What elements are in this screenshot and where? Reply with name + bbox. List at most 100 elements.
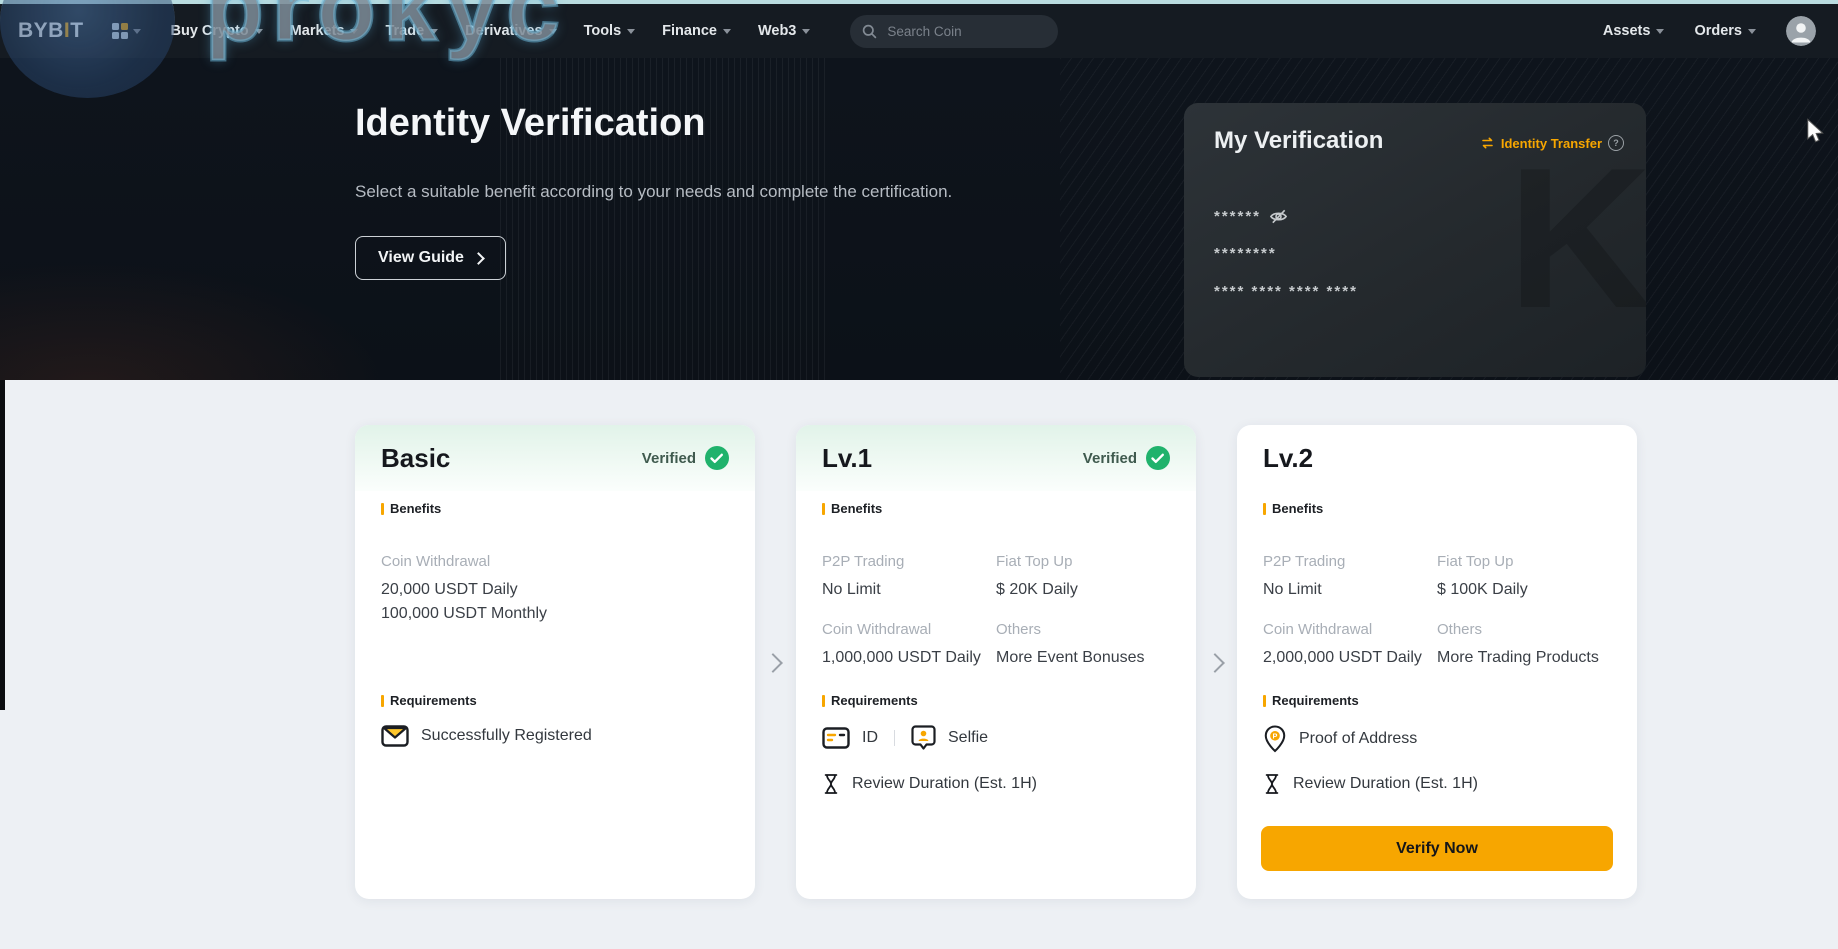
check-circle-icon [1146, 446, 1170, 470]
view-guide-button[interactable]: View Guide [355, 236, 506, 280]
page-subtitle: Select a suitable benefit according to y… [355, 182, 952, 202]
profile-avatar[interactable] [1786, 16, 1816, 46]
identity-transfer-link[interactable]: Identity Transfer ? [1480, 135, 1624, 151]
requirement-label: Successfully Registered [421, 727, 592, 745]
requirement-divider [894, 730, 895, 746]
chevron-down-icon [723, 29, 731, 34]
benefit-label: Others [996, 621, 1174, 638]
top-navbar: BYBIT Buy Crypto Markets Trade Derivativ… [0, 4, 1838, 58]
benefit-item: Fiat Top Up $ 100K Daily [1437, 553, 1615, 602]
requirement-label: Selfie [948, 729, 988, 747]
review-duration-label: Review Duration (Est. 1H) [852, 775, 1037, 793]
benefit-value: 2,000,000 USDT Daily [1263, 646, 1437, 670]
benefit-value: 20,000 USDT Daily [381, 578, 733, 602]
card-lv1-title: Lv.1 [822, 443, 872, 474]
benefit-label: P2P Trading [1263, 553, 1437, 570]
benefit-value: $ 100K Daily [1437, 578, 1615, 602]
benefit-item: Others More Event Bonuses [996, 621, 1174, 670]
apps-menu[interactable] [112, 23, 141, 39]
chevron-down-icon [549, 29, 557, 34]
benefits-list: Coin Withdrawal 20,000 USDT Daily 100,00… [381, 553, 733, 626]
page-title: Identity Verification [355, 102, 706, 145]
hero-section: Identity Verification Select a suitable … [0, 58, 1838, 380]
requirement-item: Successfully Registered [381, 725, 592, 747]
card-lv2: Lv.2 Benefits P2P Trading No Limit Fiat … [1237, 425, 1637, 899]
benefit-item: Coin Withdrawal 20,000 USDT Daily 100,00… [381, 553, 733, 626]
benefit-value: No Limit [1263, 578, 1437, 602]
benefits-label: Benefits [1263, 501, 1323, 516]
benefit-item: Others More Trading Products [1437, 621, 1615, 670]
verified-badge: Verified [642, 446, 729, 470]
search-box[interactable] [850, 15, 1058, 48]
benefit-value: 100,000 USDT Monthly [381, 602, 733, 626]
search-input[interactable] [885, 23, 1029, 40]
grid-icon [112, 23, 128, 39]
benefits-label: Benefits [381, 501, 441, 516]
verify-now-button[interactable]: Verify Now [1261, 826, 1613, 871]
requirements-row: P Proof of Address [1263, 725, 1417, 753]
main-nav: Buy Crypto Markets Trade Derivatives Too… [171, 23, 811, 39]
review-duration-label: Review Duration (Est. 1H) [1293, 775, 1478, 793]
nav-assets[interactable]: Assets [1603, 23, 1665, 39]
benefit-value: No Limit [822, 578, 996, 602]
chevron-down-icon [1656, 29, 1664, 34]
my-verification-title: My Verification [1214, 127, 1383, 155]
benefit-label: Fiat Top Up [996, 553, 1174, 570]
requirement-label: ID [862, 729, 878, 747]
requirements-label: Requirements [381, 693, 477, 708]
search-icon [862, 24, 877, 39]
kyc-background-glyph: K [1508, 139, 1646, 339]
nav-orders[interactable]: Orders [1694, 23, 1756, 39]
benefit-item: P2P Trading No Limit [822, 553, 996, 602]
eye-off-icon[interactable] [1269, 207, 1288, 226]
chevron-down-icon [255, 29, 263, 34]
review-duration-row: Review Duration (Est. 1H) [822, 773, 1037, 795]
my-verification-card: K My Verification Identity Transfer ? **… [1184, 103, 1646, 377]
user-icon [1786, 16, 1816, 46]
masked-name-row: ****** [1214, 207, 1288, 226]
requirements-label: Requirements [1263, 693, 1359, 708]
requirement-item: Selfie [911, 725, 988, 751]
card-lv2-title: Lv.2 [1263, 443, 1313, 474]
hourglass-icon [822, 773, 840, 795]
chevron-down-icon [1748, 29, 1756, 34]
card-lv1: Lv.1 Verified Benefits P2P Trading No Li… [796, 425, 1196, 899]
nav-trade[interactable]: Trade [385, 23, 438, 39]
help-icon[interactable]: ? [1608, 135, 1624, 151]
nav-web3[interactable]: Web3 [758, 23, 810, 39]
chevron-right-icon [472, 252, 485, 265]
id-card-icon [822, 727, 850, 749]
benefit-value: 1,000,000 USDT Daily [822, 646, 996, 670]
benefit-label: P2P Trading [822, 553, 996, 570]
requirements-row: Successfully Registered [381, 725, 592, 747]
benefit-item: P2P Trading No Limit [1263, 553, 1437, 602]
selfie-icon [911, 725, 936, 751]
benefit-value: $ 20K Daily [996, 578, 1174, 602]
benefits-label: Benefits [822, 501, 882, 516]
benefit-item: Coin Withdrawal 2,000,000 USDT Daily [1263, 621, 1437, 670]
benefit-label: Coin Withdrawal [1263, 621, 1437, 638]
hourglass-icon [1263, 773, 1281, 795]
nav-buy-crypto[interactable]: Buy Crypto [171, 23, 263, 39]
review-duration-row: Review Duration (Est. 1H) [1263, 773, 1478, 795]
bybit-identity-verification-page: Identity Verification Select a suitable … [0, 0, 1838, 949]
chevron-down-icon [430, 29, 438, 34]
nav-tools[interactable]: Tools [584, 23, 636, 39]
benefit-label: Others [1437, 621, 1615, 638]
masked-name: ****** [1214, 208, 1261, 225]
nav-derivatives[interactable]: Derivatives [465, 23, 556, 39]
card-basic: Basic Verified Benefits Coin Withdrawal … [355, 425, 755, 899]
verified-label: Verified [1083, 450, 1137, 467]
masked-id-row: ******** [1214, 245, 1277, 262]
card-lv2-header: Lv.2 [1237, 425, 1637, 491]
requirements-row: ID Selfie [822, 725, 988, 751]
benefit-label: Fiat Top Up [1437, 553, 1615, 570]
benefits-grid: P2P Trading No Limit Fiat Top Up $ 100K … [1263, 553, 1615, 670]
nav-markets[interactable]: Markets [290, 23, 359, 39]
nav-finance[interactable]: Finance [662, 23, 731, 39]
card-lv1-header: Lv.1 Verified [796, 425, 1196, 491]
identity-transfer-label: Identity Transfer [1501, 136, 1602, 151]
benefit-value: More Trading Products [1437, 646, 1615, 670]
bybit-logo[interactable]: BYBIT [18, 19, 84, 43]
verified-badge: Verified [1083, 446, 1170, 470]
